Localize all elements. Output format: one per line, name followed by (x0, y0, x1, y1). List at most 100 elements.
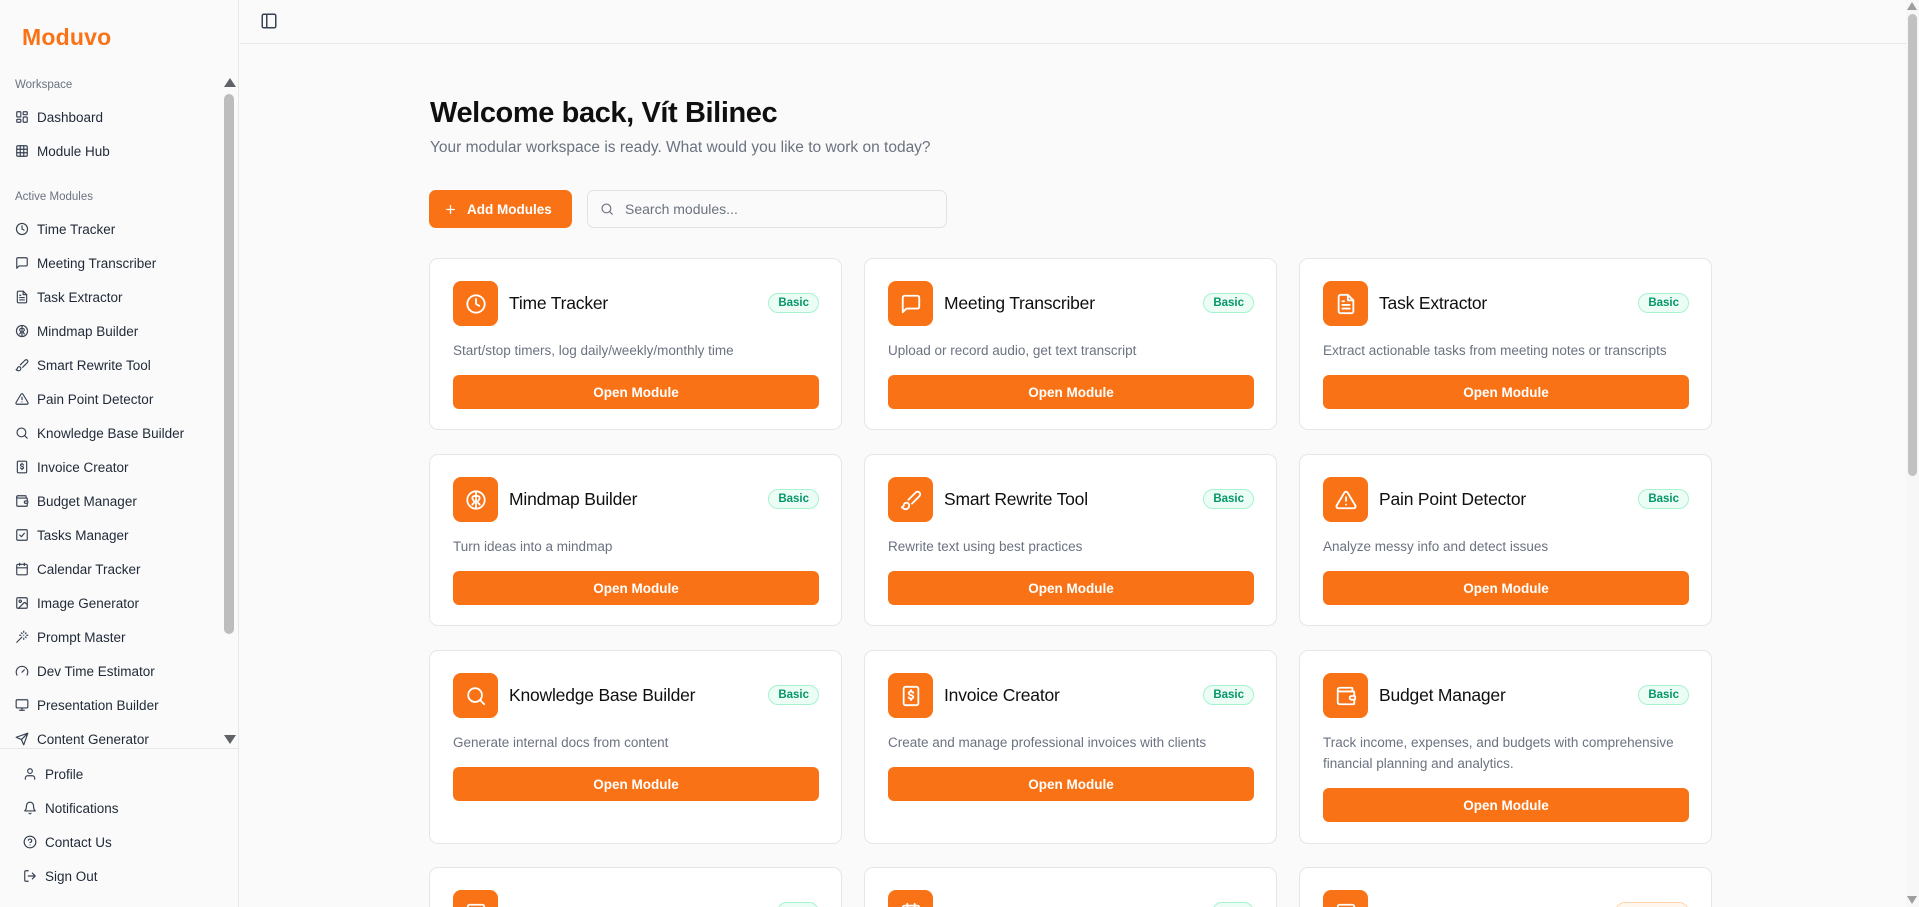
sidebar-item-label: Budget Manager (37, 493, 137, 509)
card-description: Track income, expenses, and budgets with… (1323, 735, 1674, 771)
scroll-down-arrow-icon[interactable] (224, 735, 236, 744)
brain-icon (15, 324, 29, 338)
card-description: Analyze messy info and detect issues (1323, 539, 1549, 554)
message-icon (15, 256, 29, 270)
page-scroll-thumb[interactable] (1908, 14, 1917, 476)
brain-icon (465, 489, 487, 511)
scroll-down-arrow-icon[interactable] (1907, 896, 1917, 904)
sidebar-item-label: Smart Rewrite Tool (37, 357, 151, 373)
module-card-smart-rewrite-tool: Smart Rewrite Tool Basic Rewrite text us… (864, 454, 1277, 626)
plan-badge: Basic (1638, 489, 1689, 509)
sidebar-item-smart-rewrite-tool[interactable]: Smart Rewrite Tool (0, 348, 222, 382)
invoice-icon (15, 460, 29, 474)
open-module-button[interactable]: Open Module (453, 767, 819, 801)
main-content: Welcome back, Vít Bilinec Your modular w… (240, 45, 1906, 907)
footer-item-sign-out[interactable]: Sign Out (0, 859, 239, 893)
card-description: Extract actionable tasks from meeting no… (1323, 343, 1667, 358)
plan-badge: Basic (768, 489, 819, 509)
search-input[interactable] (625, 201, 925, 217)
calendar-icon (15, 562, 29, 576)
sidebar-item-module-hub[interactable]: Module Hub (0, 134, 222, 168)
active-modules-group-label: Active Modules (15, 191, 93, 203)
dashboard-icon (15, 110, 29, 124)
message-icon (900, 293, 922, 315)
card-title: Knowledge Base Builder (509, 685, 696, 705)
footer-item-notifications[interactable]: Notifications (0, 791, 239, 825)
scroll-up-arrow-icon[interactable] (224, 78, 236, 87)
card-icon-box (1323, 477, 1368, 522)
scroll-up-arrow-icon[interactable] (1907, 2, 1917, 10)
sidebar-item-label: Dev Time Estimator (37, 663, 155, 679)
card-icon-box (453, 281, 498, 326)
open-module-button[interactable]: Open Module (453, 375, 819, 409)
sidebar-item-image-generator[interactable]: Image Generator (0, 586, 222, 620)
page-scrollbar[interactable] (1906, 0, 1919, 907)
open-module-button[interactable]: Open Module (888, 767, 1254, 801)
card-icon-box (453, 477, 498, 522)
sidebar-item-pain-point-detector[interactable]: Pain Point Detector (0, 382, 222, 416)
sidebar-scroll-thumb[interactable] (224, 94, 234, 634)
sidebar-item-label: Content Generator (37, 731, 149, 747)
wallet-icon (1335, 685, 1357, 707)
module-card-partial (864, 867, 1277, 907)
grid-icon (15, 144, 29, 158)
footer-item-label: Notifications (45, 800, 119, 816)
card-description: Upload or record audio, get text transcr… (888, 343, 1137, 358)
module-card-meeting-transcriber: Meeting Transcriber Basic Upload or reco… (864, 258, 1277, 430)
footer-item-profile[interactable]: Profile (0, 757, 239, 791)
module-card-knowledge-base-builder: Knowledge Base Builder Basic Generate in… (429, 650, 842, 844)
gauge-icon (15, 664, 29, 678)
footer-item-contact-us[interactable]: Contact Us (0, 825, 239, 859)
open-module-button[interactable]: Open Module (1323, 571, 1689, 605)
open-module-button[interactable]: Open Module (888, 571, 1254, 605)
card-icon-box (888, 477, 933, 522)
image-icon (1335, 902, 1357, 907)
sidebar-item-label: Meeting Transcriber (37, 255, 157, 271)
sidebar-item-time-tracker[interactable]: Time Tracker (0, 212, 222, 246)
card-icon-box (453, 673, 498, 718)
sidebar-item-label: Image Generator (37, 595, 140, 611)
brand-logo[interactable]: Moduvo (22, 24, 111, 51)
module-card-mindmap-builder: Mindmap Builder Basic Turn ideas into a … (429, 454, 842, 626)
open-module-button[interactable]: Open Module (888, 375, 1254, 409)
card-title: Time Tracker (509, 293, 609, 313)
card-title: Meeting Transcriber (944, 293, 1095, 313)
sidebar-item-label: Time Tracker (37, 221, 116, 237)
open-module-button[interactable]: Open Module (1323, 788, 1689, 822)
open-module-button[interactable]: Open Module (453, 571, 819, 605)
workspace-group-label: Workspace (15, 79, 73, 91)
module-card-time-tracker: Time Tracker Basic Start/stop timers, lo… (429, 258, 842, 430)
search-icon (465, 685, 487, 707)
brush-icon (900, 489, 922, 511)
sidebar-item-task-extractor[interactable]: Task Extractor (0, 280, 222, 314)
alert-triangle-icon (1335, 489, 1357, 511)
checkbox-icon (15, 528, 29, 542)
sidebar-item-knowledge-base-builder[interactable]: Knowledge Base Builder (0, 416, 222, 450)
clock-icon (15, 222, 29, 236)
sidebar-scrollbar[interactable] (223, 78, 236, 746)
module-card-pain-point-detector: Pain Point Detector Basic Analyze messy … (1299, 454, 1712, 626)
sidebar-item-tasks-manager[interactable]: Tasks Manager (0, 518, 222, 552)
footer-item-label: Sign Out (45, 868, 98, 884)
sidebar-item-budget-manager[interactable]: Budget Manager (0, 484, 222, 518)
sidebar-item-label: Mindmap Builder (37, 323, 139, 339)
sidebar-item-content-generator[interactable]: Content Generator (0, 722, 222, 748)
sidebar-item-dev-time-estimator[interactable]: Dev Time Estimator (0, 654, 222, 688)
add-modules-button[interactable]: Add Modules (429, 190, 572, 228)
sidebar-item-presentation-builder[interactable]: Presentation Builder (0, 688, 222, 722)
sidebar-item-invoice-creator[interactable]: Invoice Creator (0, 450, 222, 484)
sidebar-item-mindmap-builder[interactable]: Mindmap Builder (0, 314, 222, 348)
sidebar-item-dashboard[interactable]: Dashboard (0, 100, 222, 134)
plus-icon (444, 203, 457, 216)
card-description: Generate internal docs from content (453, 735, 669, 750)
search-box[interactable] (587, 190, 947, 228)
sidebar-item-meeting-transcriber[interactable]: Meeting Transcriber (0, 246, 222, 280)
sidebar-item-prompt-master[interactable]: Prompt Master (0, 620, 222, 654)
page-subtitle: Your modular workspace is ready. What wo… (430, 139, 931, 156)
open-module-button[interactable]: Open Module (1323, 375, 1689, 409)
sidebar-item-calendar-tracker[interactable]: Calendar Tracker (0, 552, 222, 586)
bell-icon (23, 801, 37, 815)
sidebar-toggle-icon[interactable] (260, 12, 278, 30)
card-icon-box (1323, 890, 1368, 907)
search-icon (15, 426, 29, 440)
